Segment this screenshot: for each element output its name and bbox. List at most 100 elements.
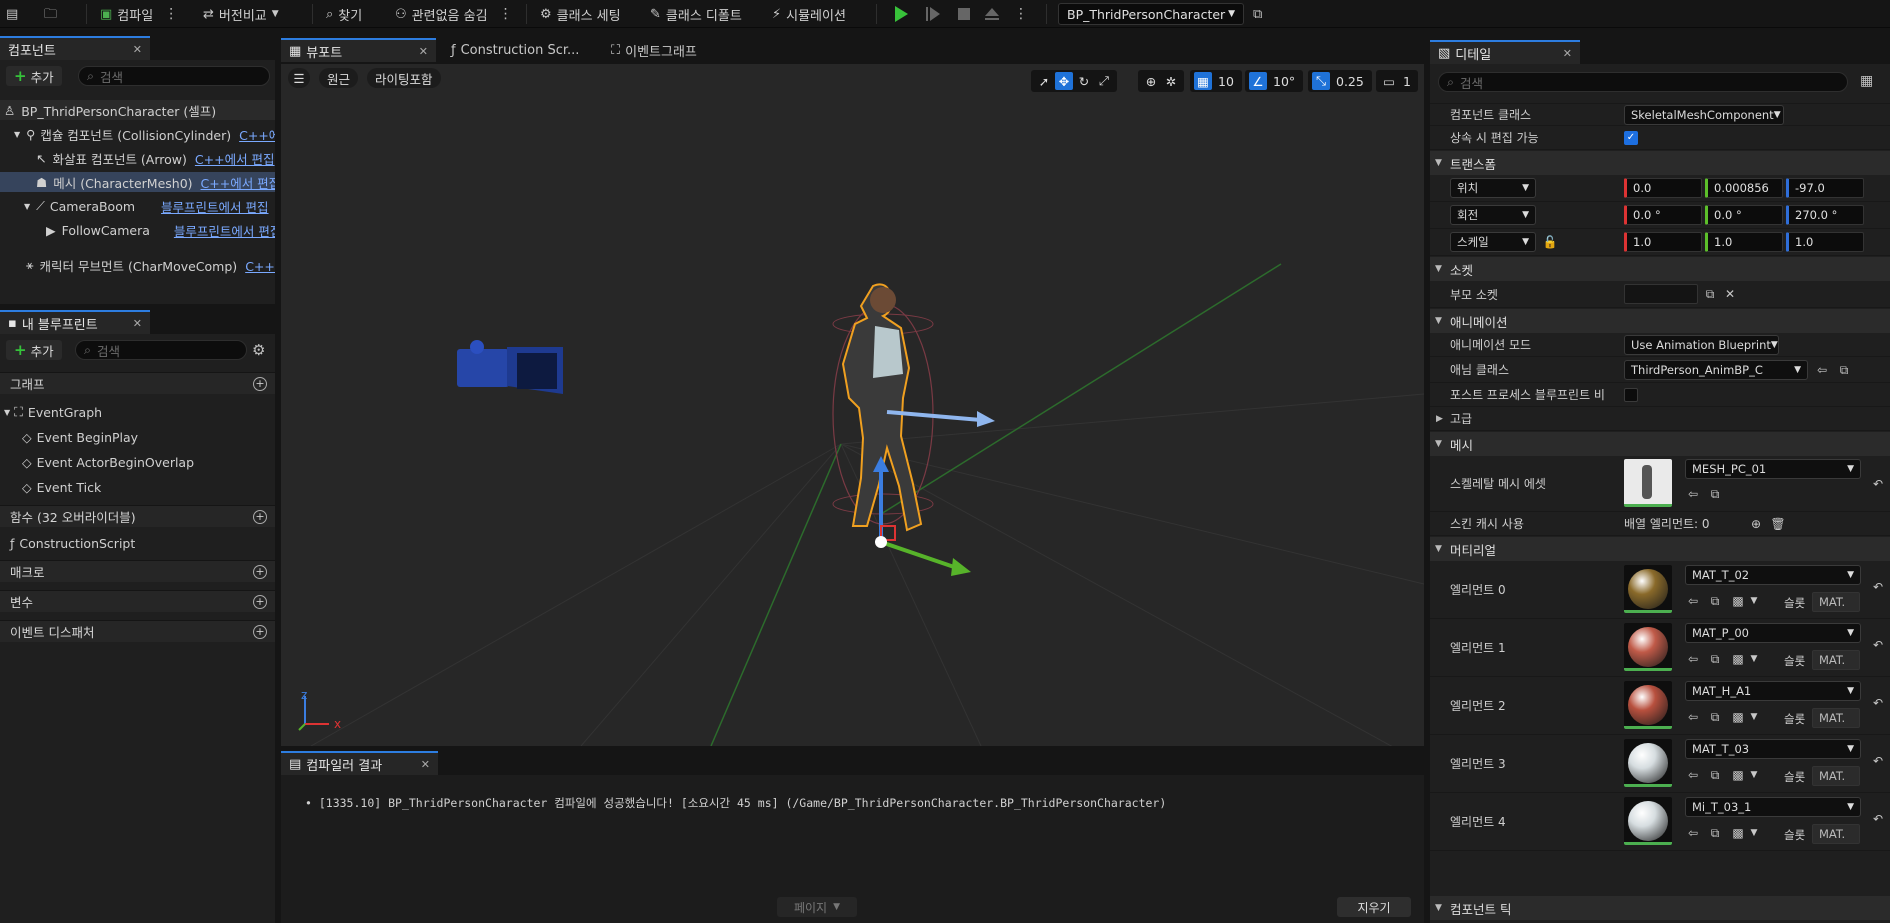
browse-socket-icon[interactable]: ⧉ [1702,286,1718,302]
material-options-icon[interactable]: ▩ [1730,709,1746,725]
advanced-row[interactable]: ▶ 고급 [1430,407,1890,431]
reset-icon[interactable]: ↶ [1870,637,1886,653]
hide-unrelated-button[interactable]: ⚇ 관련없음 숨김 ⋮ [395,0,513,28]
component-class-combo[interactable]: SkeletalMeshComponent ▼ [1624,105,1784,125]
add-blueprint-member-button[interactable]: + 추가 [6,340,62,360]
close-icon[interactable]: ✕ [133,317,142,330]
use-selected-icon[interactable]: ⇦ [1685,651,1701,667]
browse-asset-icon[interactable]: ⧉ [1707,825,1723,841]
surface-snap-icon[interactable]: ✲ [1162,72,1180,90]
components-search-input[interactable]: ⌕ 검색 [78,66,270,86]
anim-mode-combo[interactable]: Use Animation Blueprint ▼ [1624,335,1779,355]
component-item-arrow[interactable]: ↖ 화살표 컴포넌트 (Arrow) C++에서 편집 [0,148,275,168]
browse-asset-icon[interactable]: ⧉ [1707,593,1723,609]
slot-value-field[interactable]: MAT. [1812,708,1860,728]
reset-icon[interactable]: ↶ [1870,753,1886,769]
material-thumbnail[interactable] [1624,565,1672,613]
component-item-charmove[interactable]: ⚹ 캐릭터 무브먼트 (CharMoveComp) C++에서 편집 [0,255,275,275]
post-process-checkbox[interactable] [1624,388,1638,402]
slot-value-field[interactable]: MAT. [1812,766,1860,786]
tab-construction-script[interactable]: ƒ Construction Scr... [443,38,587,62]
scale-icon[interactable]: ⤢ [1095,72,1113,90]
hide-unrelated-options-icon[interactable]: ⋮ [499,6,513,22]
mesh-section-header[interactable]: ▼ 메시 [1430,432,1890,456]
add-macro-icon[interactable]: + [253,564,267,579]
slot-value-field[interactable]: MAT. [1812,824,1860,844]
scale-z-input[interactable]: 1.0 [1786,232,1864,252]
simulation-button[interactable]: ⚡ 시뮬레이션 [772,0,846,28]
event-graph-item[interactable]: ▼ ⛶ EventGraph [0,402,275,422]
material-combo[interactable]: MAT_H_A1 ▼ [1685,681,1861,701]
blueprint-debug-selector[interactable]: BP_ThridPersonCharacter ▼ [1058,3,1244,25]
tab-compiler-results[interactable]: ▤ 컴파일러 결과 ✕ [281,751,438,775]
use-selected-icon[interactable]: ⇦ [1685,767,1701,783]
component-root[interactable]: ♙ BP_ThridPersonCharacter (셀프) [0,100,275,120]
grid-icon[interactable]: ▦ [1194,72,1212,90]
close-icon[interactable]: ✕ [421,758,430,771]
close-icon[interactable]: ✕ [419,45,428,58]
skeletal-mesh-combo[interactable]: MESH_PC_01 ▼ [1685,459,1861,479]
save-icon[interactable]: ▤ [6,0,18,28]
browse-icon[interactable]: 🗀 [44,0,57,28]
rotation-z-input[interactable]: 270.0 ° [1786,205,1864,225]
angle-icon[interactable]: ∠ [1249,72,1267,90]
add-variable-icon[interactable]: + [253,594,267,609]
skeletal-mesh-thumbnail[interactable] [1624,459,1672,507]
browse-asset-icon[interactable]: ⧉ [1707,486,1723,502]
edit-in-cpp-link[interactable]: C++에서 편집 [245,256,275,275]
rotation-x-input[interactable]: 0.0 ° [1624,205,1702,225]
use-selected-icon[interactable]: ⇦ [1685,825,1701,841]
gear-icon[interactable]: ⚙ [252,341,265,359]
use-selected-icon[interactable]: ⇦ [1814,362,1830,378]
material-options-icon[interactable]: ▩ [1730,767,1746,783]
compile-options-icon[interactable]: ⋮ [164,6,178,22]
reset-icon[interactable]: ↶ [1870,579,1886,595]
location-y-input[interactable]: 0.000856 [1705,178,1783,198]
tab-viewport[interactable]: ▦ 뷰포트 ✕ [281,38,436,62]
stop-icon[interactable] [955,5,973,23]
browse-asset-icon[interactable]: ⧉ [1707,709,1723,725]
browse-asset-icon[interactable]: ⧉ [1836,362,1852,378]
grid-snap-control[interactable]: ▦ 10 [1190,70,1242,92]
component-item-mesh[interactable]: ☗ 메시 (CharacterMesh0) C++에서 편집 [0,172,275,192]
variables-section-header[interactable]: 변수 + [0,590,275,612]
material-thumbnail[interactable] [1624,681,1672,729]
select-icon[interactable]: ➚ [1035,72,1053,90]
scale-x-input[interactable]: 1.0 [1624,232,1702,252]
camera-speed-control[interactable]: ▭ 1 [1376,70,1418,92]
material-combo[interactable]: MAT_P_00 ▼ [1685,623,1861,643]
material-options-icon[interactable]: ▩ [1730,651,1746,667]
use-selected-icon[interactable]: ⇦ [1685,709,1701,725]
eject-icon[interactable] [983,5,1001,23]
trash-icon[interactable]: 🗑 [1770,516,1786,532]
unlock-icon[interactable]: 🔓 [1542,234,1558,250]
material-combo[interactable]: Mi_T_03_1 ▼ [1685,797,1861,817]
material-thumbnail[interactable] [1624,623,1672,671]
scale-snap-control[interactable]: ⤡ 0.25 [1308,70,1372,92]
browse-asset-icon[interactable]: ⧉ [1707,767,1723,783]
rotation-y-input[interactable]: 0.0 ° [1705,205,1783,225]
slot-value-field[interactable]: MAT. [1812,592,1860,612]
edit-in-cpp-link[interactable]: C++에서 편집 [239,125,275,144]
rotation-mode-combo[interactable]: 회전 ▼ [1450,205,1536,225]
rotate-icon[interactable]: ↻ [1075,72,1093,90]
tab-event-graph[interactable]: ⛶ 이벤트그래프 [603,38,705,62]
step-icon[interactable] [924,5,942,23]
viewport[interactable]: ☰ 원근 라이팅포함 ➚ ✥ ↻ ⤢ ⊕ ✲ ▦ 10 ∠ 10° ⤡ 0.25… [281,64,1424,746]
editable-inherited-checkbox[interactable]: ✓ [1624,131,1638,145]
add-element-icon[interactable]: ⊕ [1748,516,1764,532]
component-tick-section-header[interactable]: ▼ 컴포넌트 틱 [1430,896,1890,920]
slot-value-field[interactable]: MAT. [1812,650,1860,670]
clear-button[interactable]: 지우기 [1337,897,1411,917]
world-space-icon[interactable]: ⊕ [1142,72,1160,90]
scale-y-input[interactable]: 1.0 [1705,232,1783,252]
perspective-button[interactable]: 원근 [319,68,359,88]
material-combo[interactable]: MAT_T_02 ▼ [1685,565,1861,585]
add-graph-icon[interactable]: + [253,376,267,391]
reset-icon[interactable]: ↶ [1870,811,1886,827]
reset-icon[interactable]: ↶ [1870,476,1886,492]
lighting-button[interactable]: 라이팅포함 [367,68,441,88]
debug-filter-icon[interactable]: ⧉ [1253,0,1262,28]
page-selector[interactable]: 페이지 ▼ [777,897,857,917]
anim-class-combo[interactable]: ThirdPerson_AnimBP_C ▼ [1624,360,1808,380]
